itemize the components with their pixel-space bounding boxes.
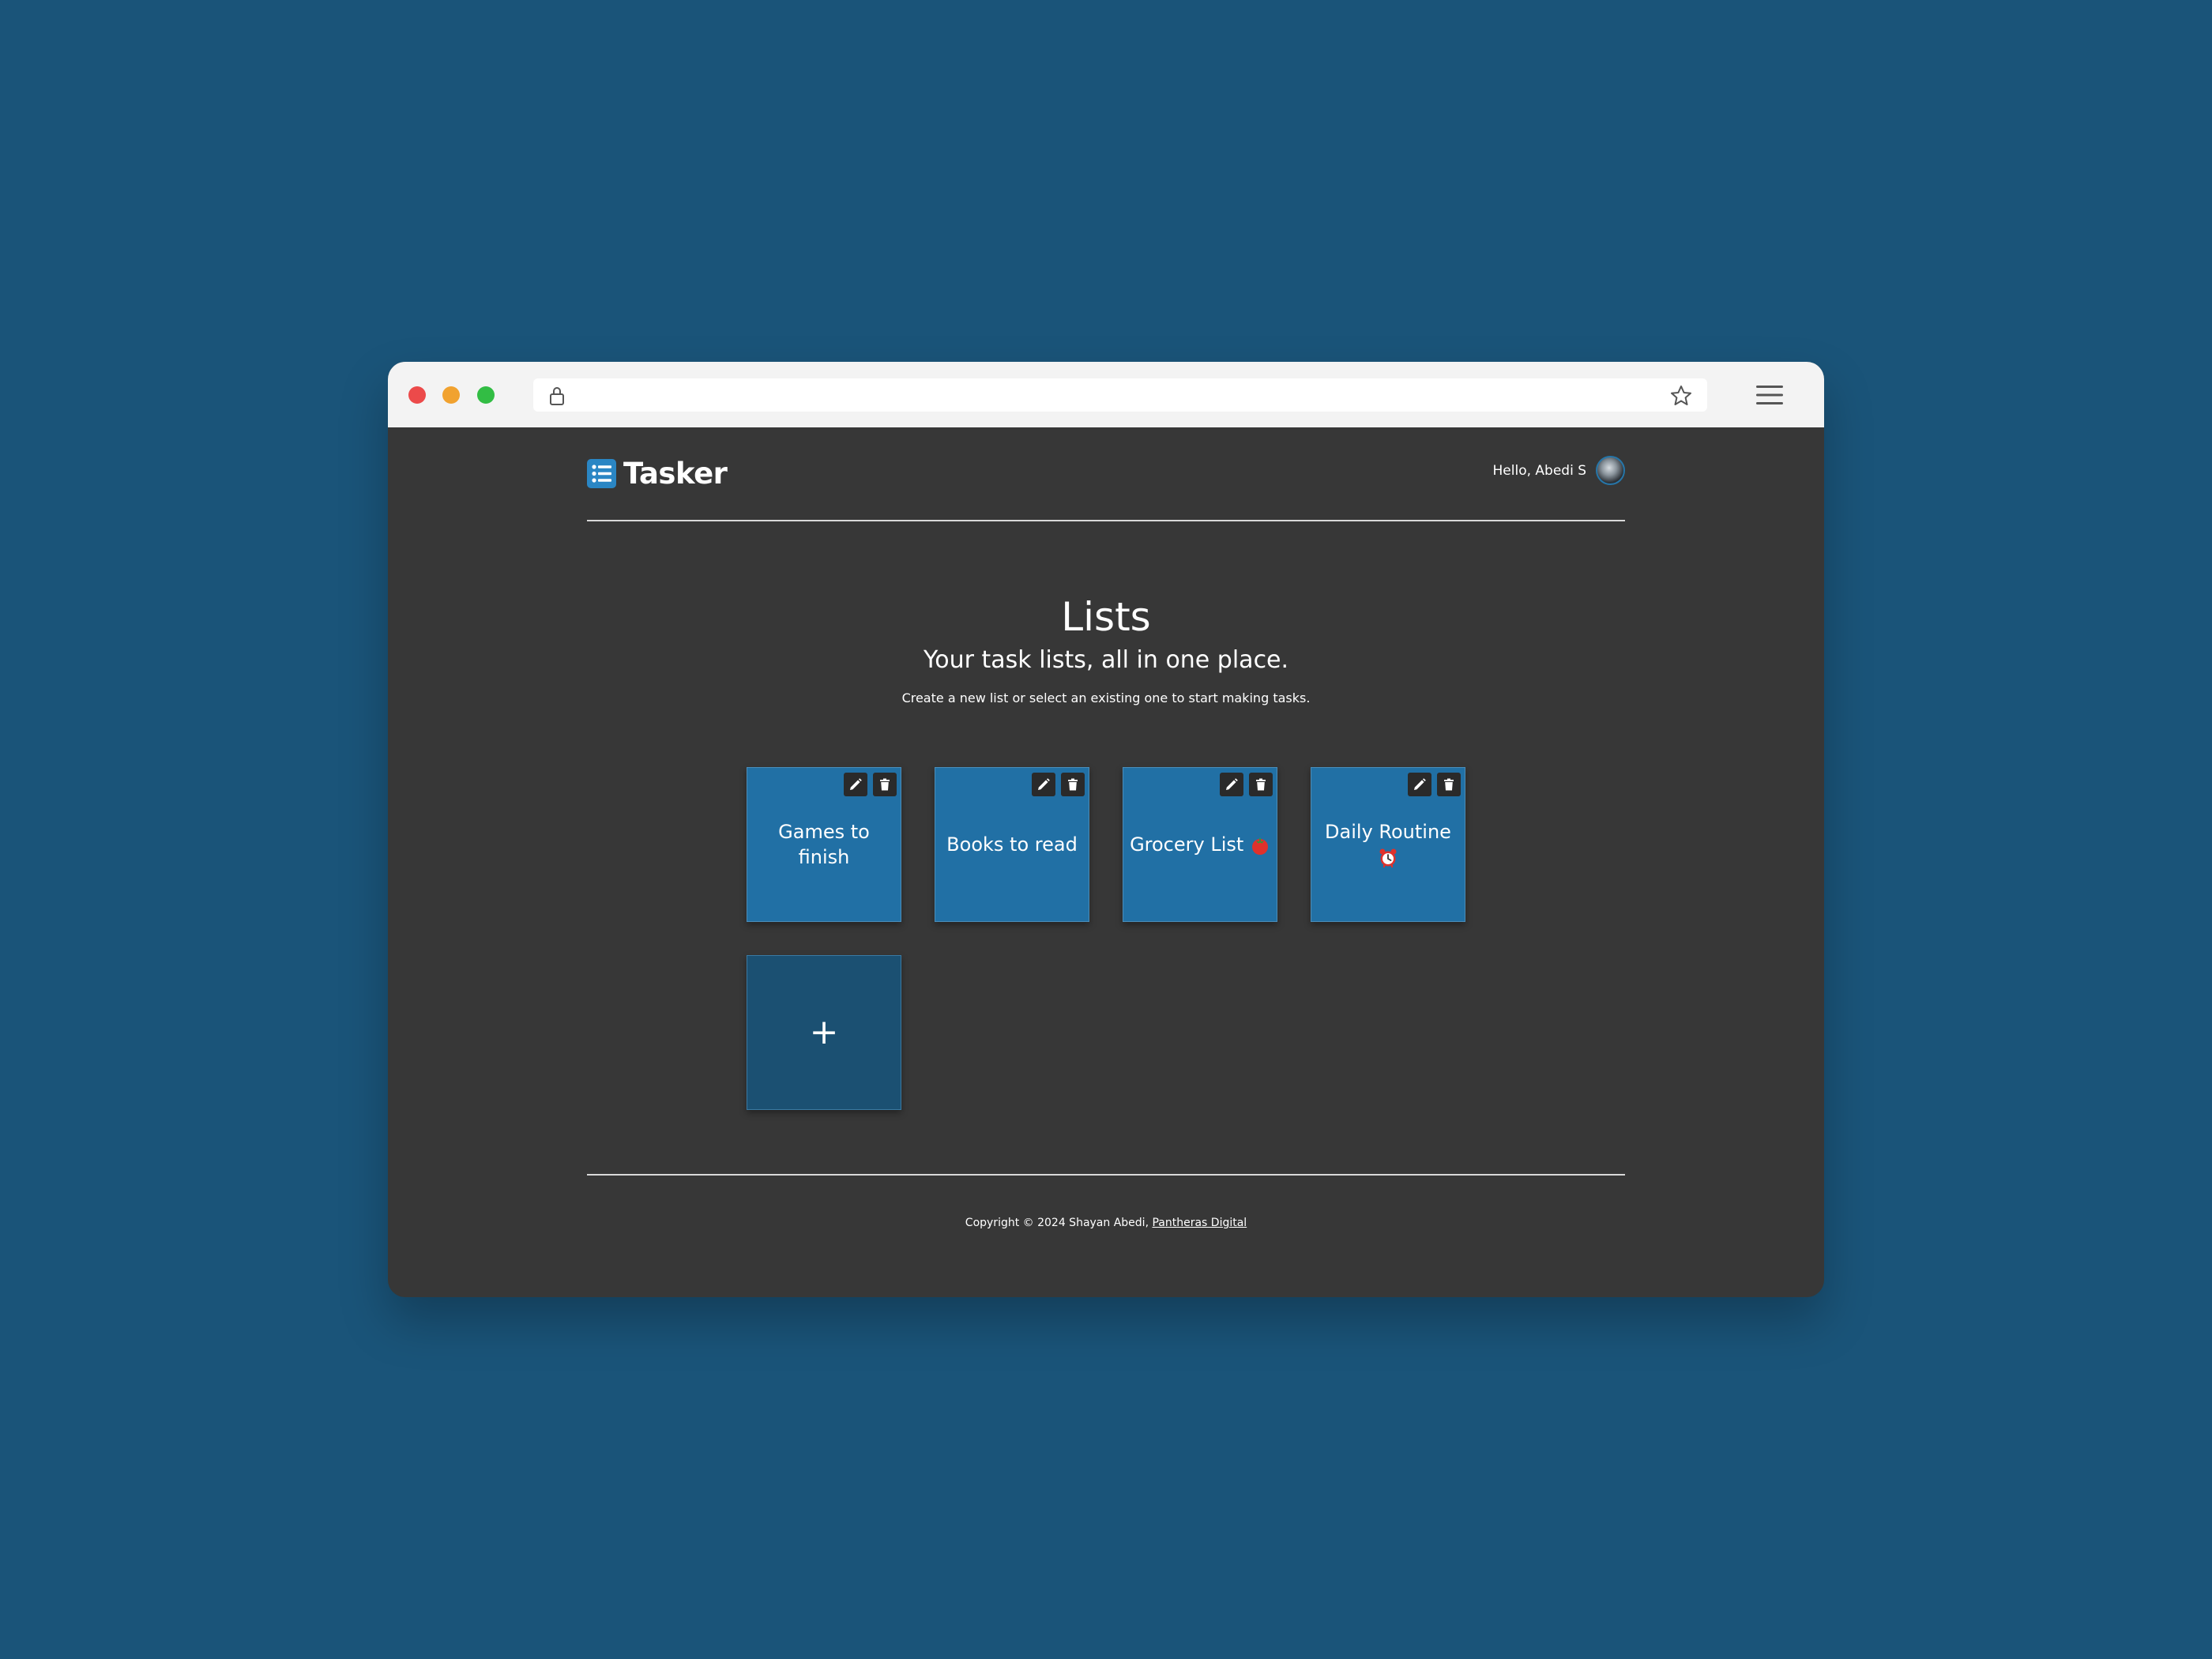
list-card-title: Books to read <box>946 833 1078 856</box>
list-card[interactable]: Games to finish <box>747 767 901 922</box>
plus-icon: + <box>809 1012 839 1052</box>
delete-list-button[interactable] <box>1061 773 1085 796</box>
brand-logo[interactable]: Tasker <box>587 455 728 491</box>
card-actions <box>1408 773 1461 796</box>
trash-icon <box>1068 778 1078 791</box>
list-card-title: Daily Routine <box>1325 821 1451 843</box>
alarm-clock-icon <box>1379 848 1397 867</box>
trash-icon <box>1256 778 1266 791</box>
list-card-title-wrap: Grocery List <box>1125 832 1275 857</box>
brand-name: Tasker <box>623 456 728 491</box>
edit-list-button[interactable] <box>844 773 867 796</box>
close-window-button[interactable] <box>408 386 426 404</box>
bookmark-star-icon[interactable] <box>1669 384 1693 408</box>
page-heading: Lists Your task lists, all in one place.… <box>388 593 1824 707</box>
add-list-button[interactable]: + <box>747 955 901 1110</box>
footer-divider <box>587 1174 1625 1176</box>
copyright-text: Copyright © 2024 Shayan Abedi, <box>965 1217 1149 1229</box>
footer-link[interactable]: Pantheras Digital <box>1152 1217 1247 1229</box>
edit-list-button[interactable] <box>1032 773 1055 796</box>
browser-window: Tasker Hello, Abedi S Lists Your task li… <box>388 362 1824 1297</box>
list-card[interactable]: Daily Routine <box>1311 767 1465 922</box>
list-card-title-wrap: Daily Routine <box>1320 819 1456 870</box>
delete-list-button[interactable] <box>1437 773 1461 796</box>
pencil-icon <box>1414 778 1426 790</box>
delete-list-button[interactable] <box>873 773 897 796</box>
pencil-icon <box>1038 778 1050 790</box>
list-card-title: Grocery List <box>1130 833 1244 856</box>
card-actions <box>844 773 897 796</box>
header-divider <box>587 520 1625 521</box>
page-subtitle: Your task lists, all in one place. <box>923 646 1289 674</box>
list-card[interactable]: Books to read <box>935 767 1089 922</box>
hamburger-menu-icon[interactable] <box>1756 384 1783 406</box>
pencil-icon <box>850 778 862 790</box>
avatar[interactable] <box>1596 456 1625 485</box>
page-content: Tasker Hello, Abedi S Lists Your task li… <box>388 427 1824 1297</box>
page-helper-text: Create a new list or select an existing … <box>901 690 1311 705</box>
greeting-text: Hello, Abedi S <box>1492 462 1587 479</box>
edit-list-button[interactable] <box>1408 773 1431 796</box>
card-actions <box>1032 773 1085 796</box>
delete-list-button[interactable] <box>1249 773 1273 796</box>
list-card-title: Games to finish <box>778 821 870 868</box>
page-title: Lists <box>1061 594 1151 640</box>
trash-icon <box>1444 778 1454 791</box>
site-footer: Copyright © 2024 Shayan Abedi, Pantheras… <box>388 1217 1824 1229</box>
maximize-window-button[interactable] <box>477 386 495 404</box>
tomato-icon <box>1251 838 1268 855</box>
address-bar[interactable] <box>533 378 1707 412</box>
list-card[interactable]: Grocery List <box>1123 767 1277 922</box>
user-greeting[interactable]: Hello, Abedi S <box>1492 456 1625 485</box>
card-actions <box>1220 773 1273 796</box>
lock-icon <box>550 387 564 405</box>
site-header: Tasker Hello, Abedi S <box>587 427 1625 519</box>
minimize-window-button[interactable] <box>442 386 460 404</box>
trash-icon <box>880 778 890 791</box>
pencil-icon <box>1226 778 1238 790</box>
list-icon <box>587 458 616 488</box>
edit-list-button[interactable] <box>1220 773 1243 796</box>
browser-toolbar <box>388 362 1824 427</box>
